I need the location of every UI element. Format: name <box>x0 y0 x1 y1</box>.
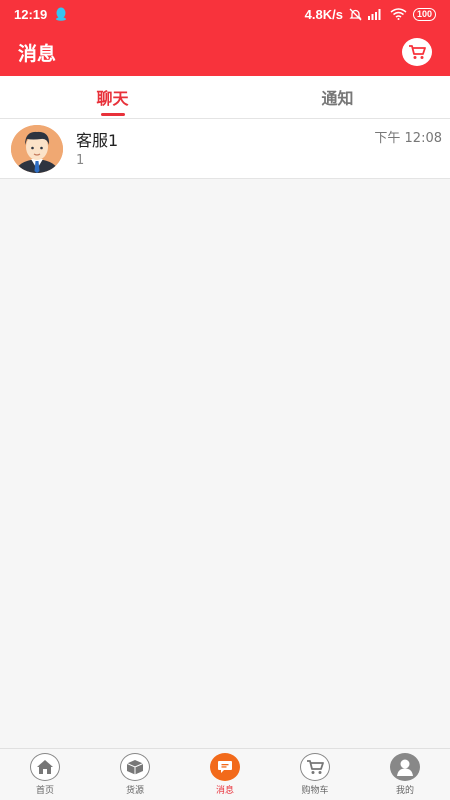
box-icon <box>120 753 150 781</box>
tab-chat-label: 聊天 <box>96 89 129 108</box>
avatar <box>11 125 63 173</box>
nav-item-messages[interactable]: 消息 <box>180 749 270 800</box>
message-icon <box>210 753 240 781</box>
app-bar: 消息 <box>0 28 450 76</box>
home-icon <box>30 753 60 781</box>
chat-contact-name: 客服1 <box>76 131 119 150</box>
tab-notifications-label: 通知 <box>321 89 354 108</box>
bottom-navigation: 首页 货源 消息 购物车 我的 <box>0 748 450 800</box>
nav-label-messages: 消息 <box>215 786 234 796</box>
qq-notification-icon <box>56 7 67 21</box>
nav-label-profile: 我的 <box>395 786 414 796</box>
mute-bell-icon <box>349 8 362 21</box>
shopping-cart-icon <box>409 45 426 59</box>
nav-item-sources[interactable]: 货源 <box>90 749 180 800</box>
chat-list: 客服1 1 下午 12:08 <box>0 119 450 179</box>
cart-button[interactable] <box>402 38 432 66</box>
status-right-icons: 4.8K/s 100 <box>305 7 436 22</box>
chat-timestamp: 下午 12:08 <box>374 131 442 146</box>
battery-indicator: 100 <box>412 7 436 21</box>
nav-label-sources: 货源 <box>125 786 144 796</box>
support-agent-avatar-icon <box>11 125 63 173</box>
tab-chat[interactable]: 聊天 <box>0 76 225 118</box>
nav-item-cart[interactable]: 购物车 <box>270 749 360 800</box>
nav-label-cart: 购物车 <box>301 786 329 796</box>
shopping-cart-icon <box>300 753 330 781</box>
nav-item-home[interactable]: 首页 <box>0 749 90 800</box>
tab-notifications[interactable]: 通知 <box>225 76 450 118</box>
nav-item-profile[interactable]: 我的 <box>360 749 450 800</box>
network-speed: 4.8K/s <box>304 6 343 22</box>
chat-list-item[interactable]: 客服1 1 下午 12:08 <box>0 119 450 179</box>
message-tabs: 聊天 通知 <box>0 76 450 119</box>
cell-signal-icon <box>367 8 384 20</box>
status-bar: 12:19 4.8K/s 100 <box>0 0 450 28</box>
page-title: 消息 <box>18 42 57 65</box>
nav-label-home: 首页 <box>35 786 54 796</box>
chat-last-message: 1 <box>76 153 85 168</box>
status-time: 12:19 <box>14 6 48 22</box>
user-icon <box>390 753 420 781</box>
wifi-icon <box>390 8 407 20</box>
